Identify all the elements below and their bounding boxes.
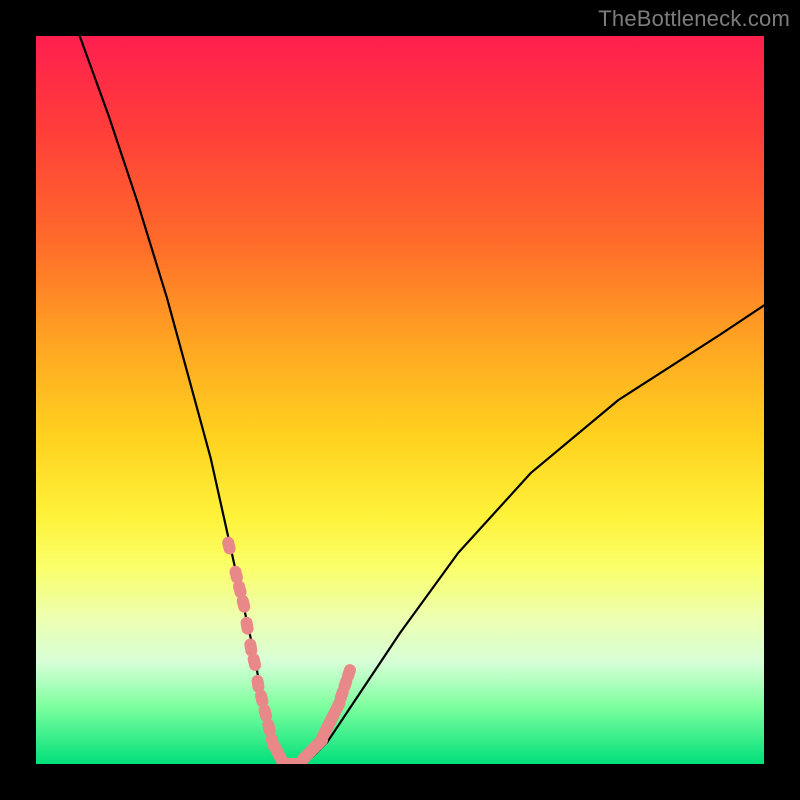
marker-group xyxy=(221,535,358,764)
curve-path xyxy=(80,36,764,764)
bottleneck-curve xyxy=(80,36,764,764)
chart-frame: TheBottleneck.com xyxy=(0,0,800,800)
marker xyxy=(221,535,237,555)
watermark-text: TheBottleneck.com xyxy=(598,6,790,32)
marker xyxy=(240,616,255,636)
plot-area xyxy=(36,36,764,764)
chart-svg xyxy=(36,36,764,764)
